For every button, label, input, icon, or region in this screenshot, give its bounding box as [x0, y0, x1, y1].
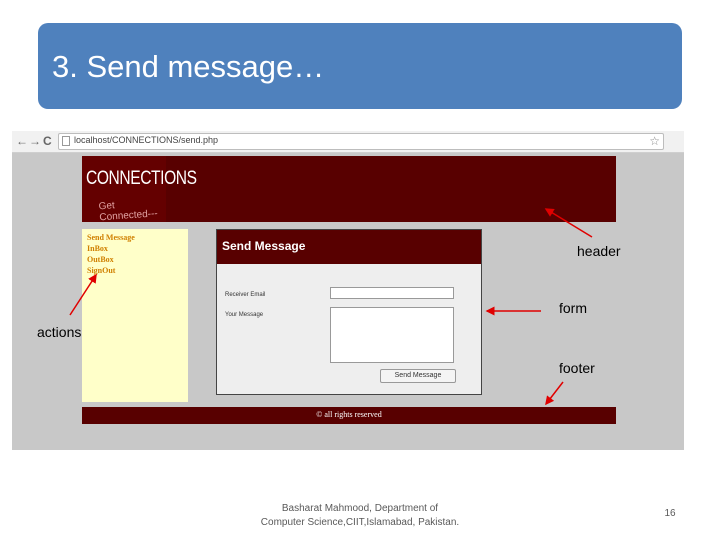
slide-credit: Basharat Mahmood, Department of Computer…: [240, 502, 480, 530]
annotation-arrows: [69, 208, 593, 406]
arrow-footer: [545, 381, 564, 406]
slide-number: 16: [664, 508, 676, 519]
arrow-header: [544, 208, 593, 238]
credit-line-2: Computer Science,CIIT,Islamabad, Pakista…: [260, 517, 460, 528]
credit-line-1: Basharat Mahmood, Department of: [281, 503, 439, 514]
arrow-actions: [69, 273, 97, 316]
